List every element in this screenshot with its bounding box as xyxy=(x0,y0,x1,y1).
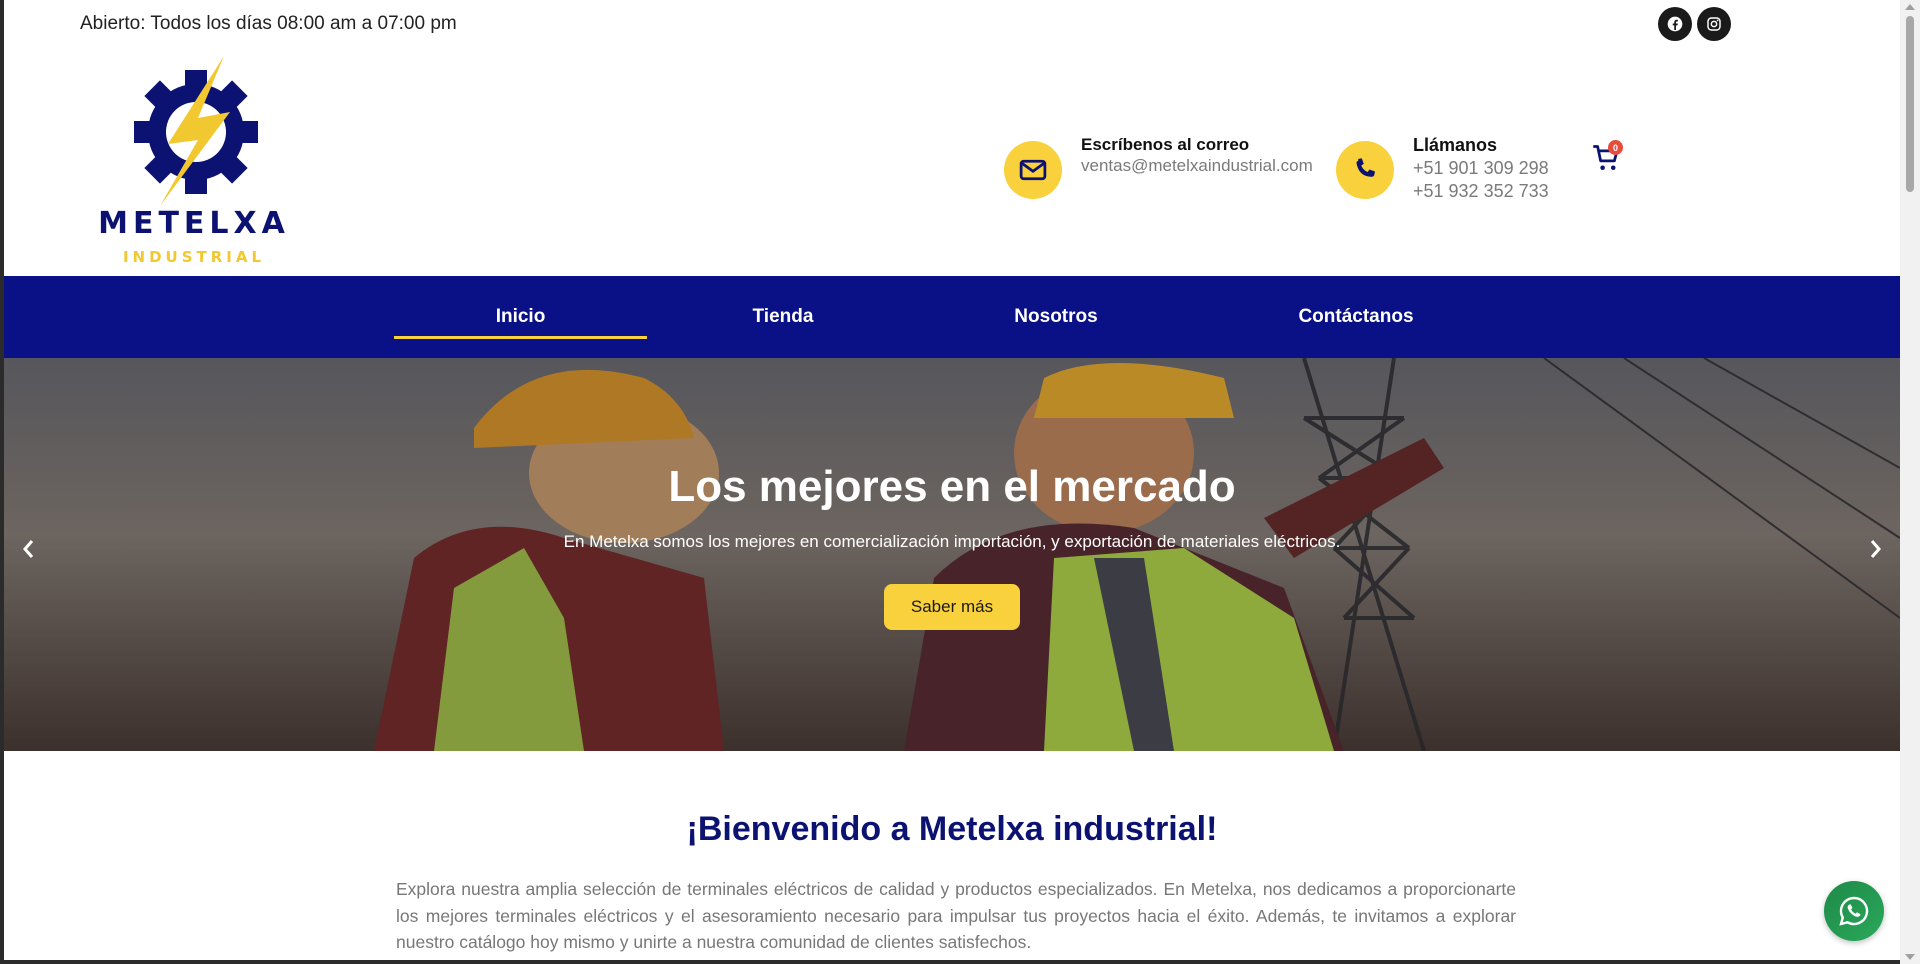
email-badge xyxy=(1004,141,1062,199)
envelope-icon xyxy=(1019,159,1047,181)
email-link[interactable]: ventas@metelxaindustrial.com xyxy=(1081,156,1313,176)
whatsapp-button[interactable] xyxy=(1824,881,1884,941)
hero-slider: Los mejores en el mercado En Metelxa som… xyxy=(4,358,1900,751)
gear-bolt-icon xyxy=(134,56,258,206)
instagram-link[interactable] xyxy=(1697,7,1731,41)
hero-overlay xyxy=(4,358,1900,751)
saber-mas-button[interactable]: Saber más xyxy=(884,584,1020,630)
scrollbar-thumb[interactable] xyxy=(1906,16,1914,192)
phone-icon xyxy=(1356,158,1375,177)
phone-title: Llámanos xyxy=(1413,135,1498,155)
phone-line-1[interactable]: +51 901 309 298 xyxy=(1413,158,1549,179)
scroll-down-arrow[interactable] xyxy=(1905,954,1915,960)
nav-label: Inicio xyxy=(495,306,546,327)
page: Abierto: Todos los días 08:00 am a 07:00… xyxy=(4,0,1900,960)
hero-title: Los mejores en el mercado xyxy=(668,462,1236,511)
logo-subtitle: INDUSTRIAL xyxy=(122,248,266,266)
cart-count: 0 xyxy=(1608,140,1623,155)
nav-inicio[interactable]: Inicio xyxy=(394,276,647,358)
facebook-link[interactable] xyxy=(1658,7,1692,41)
welcome-text: Explora nuestra amplia selección de term… xyxy=(396,879,1516,952)
hero-subtitle: En Metelxa somos los mejores en comercia… xyxy=(563,532,1341,551)
email-title: Escríbenos al correo xyxy=(1081,135,1250,154)
opening-hours: Abierto: Todos los días 08:00 am a 07:00… xyxy=(80,13,457,34)
nav-label: Contáctanos xyxy=(1298,306,1414,327)
nav-tienda[interactable]: Tienda xyxy=(698,276,868,358)
nav-label: Nosotros xyxy=(1014,306,1098,327)
scroll-up-arrow[interactable] xyxy=(1905,4,1915,10)
nav-active-indicator xyxy=(394,336,647,339)
nav-nosotros[interactable]: Nosotros xyxy=(966,276,1146,358)
slider-prev-button[interactable] xyxy=(16,534,42,564)
welcome-title: ¡Bienvenido a Metelxa industrial! xyxy=(686,810,1218,848)
nav-contactanos[interactable]: Contáctanos xyxy=(1256,276,1456,358)
chevron-left-icon xyxy=(23,540,34,558)
logo-name: METELXA xyxy=(98,206,290,241)
slider-next-button[interactable] xyxy=(1862,534,1888,564)
main-nav: Inicio Tienda Nosotros Contáctanos xyxy=(4,276,1900,358)
phone-line-2[interactable]: +51 932 352 733 xyxy=(1413,181,1549,202)
page-scrollbar[interactable] xyxy=(1900,0,1920,964)
phone-badge xyxy=(1336,141,1394,199)
chevron-right-icon xyxy=(1870,540,1881,558)
nav-label: Tienda xyxy=(752,306,814,327)
whatsapp-icon xyxy=(1839,896,1869,926)
instagram-icon xyxy=(1707,17,1721,31)
facebook-icon xyxy=(1667,16,1683,32)
site-logo[interactable]: METELXA INDUSTRIAL xyxy=(94,56,294,270)
